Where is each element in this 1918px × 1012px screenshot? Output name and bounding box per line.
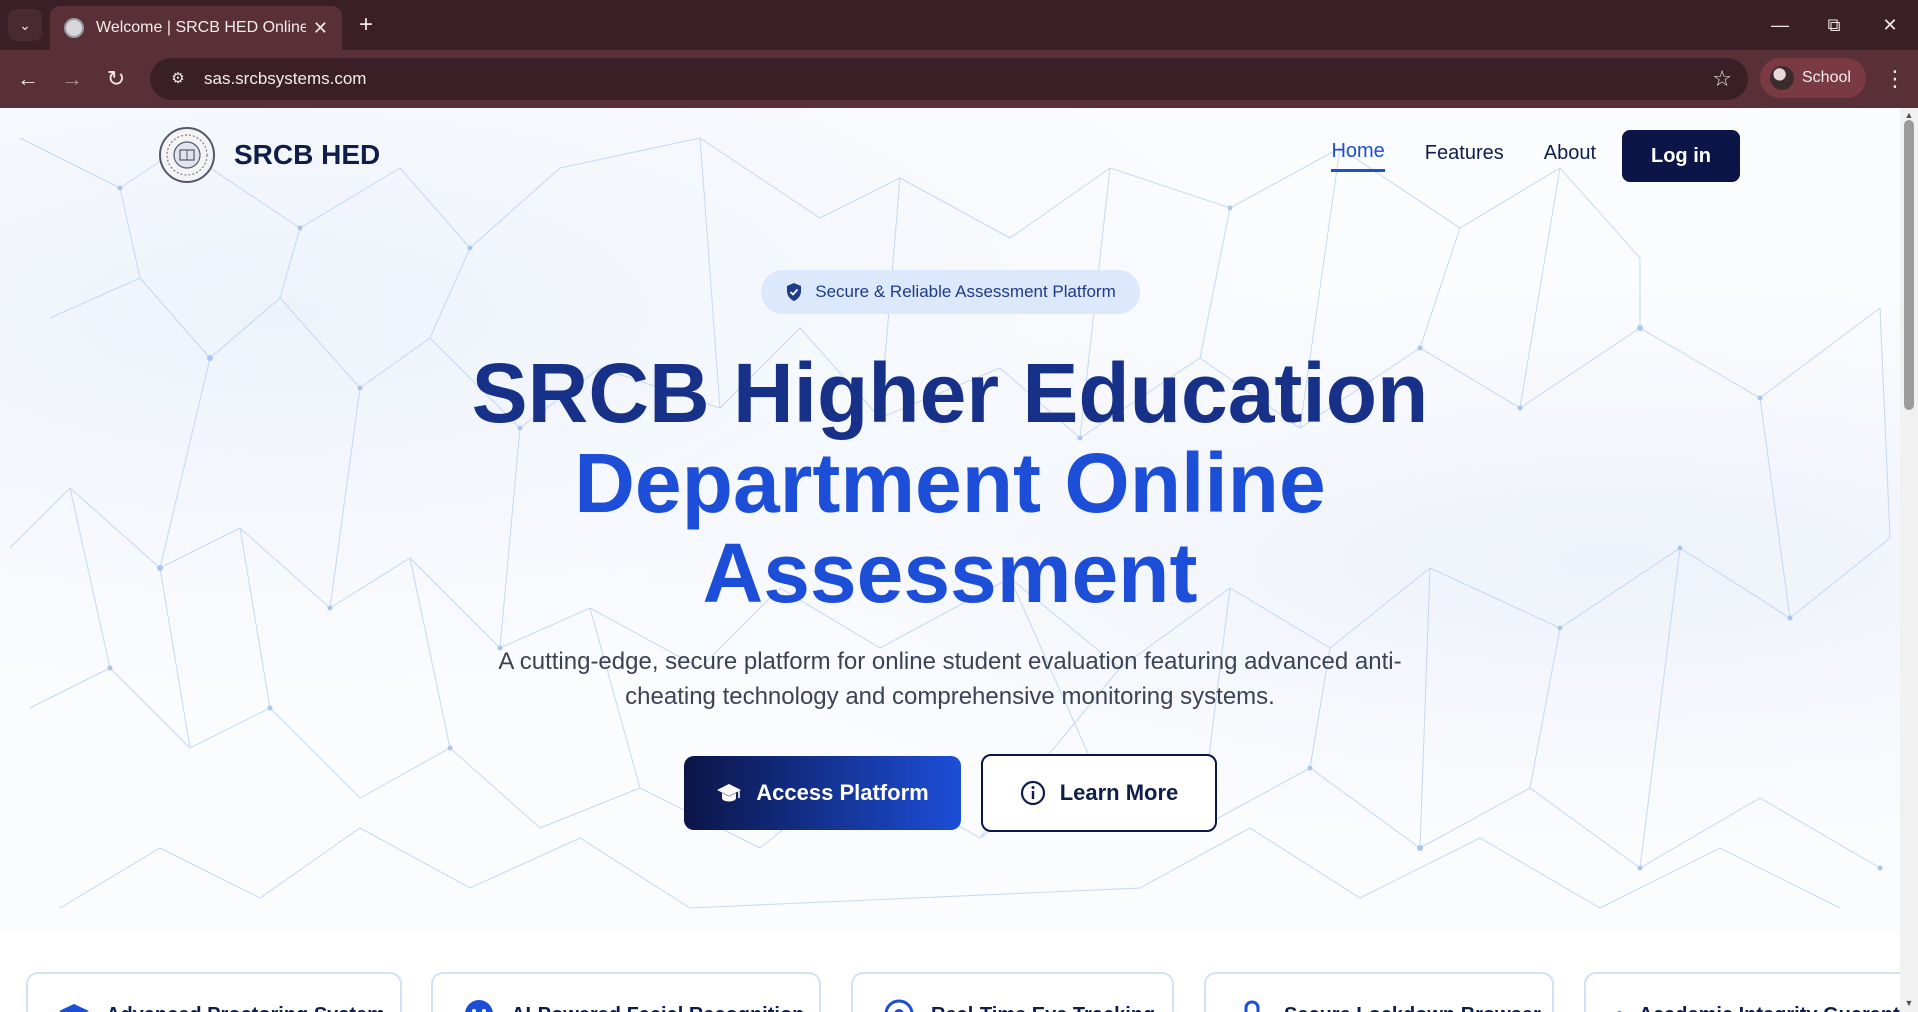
feature-title: AI-Powered Facial Recognition: [511, 1004, 804, 1012]
avatar: [1770, 66, 1794, 90]
headline-line-3: Assessment: [702, 526, 1198, 620]
hero-description-line-1: A cutting-edge, secure platform for onli…: [498, 648, 1402, 675]
login-button[interactable]: Log in: [1622, 130, 1740, 182]
hero-description-line-2: cheating technology and comprehensive mo…: [625, 683, 1275, 710]
hero-section: SRCB HED Home Features About Log in Secu…: [0, 108, 1900, 933]
browser-tab-active[interactable]: Welcome | SRCB HED Online Assessment ✕: [50, 6, 342, 50]
main-nav: Home Features About Log in: [1291, 130, 1740, 182]
site-brand[interactable]: SRCB HED: [158, 126, 380, 184]
page-viewport: SRCB HED Home Features About Log in Secu…: [0, 108, 1918, 1012]
page-title: SRCB Higher Education Department Online …: [350, 348, 1550, 618]
brand-name: SRCB HED: [234, 139, 381, 170]
browser-toolbar: ← → ↻ ⚙ sas.srcbsystems.com ☆ School ⋮: [0, 50, 1918, 108]
new-tab-button[interactable]: +: [352, 12, 380, 40]
feature-card[interactable]: Advanced Proctoring System: [26, 972, 402, 1012]
nav-link-features[interactable]: Features: [1425, 142, 1504, 171]
access-platform-button[interactable]: Access Platform: [684, 756, 961, 830]
site-settings-icon[interactable]: ⚙: [166, 67, 190, 91]
scrollbar-thumb[interactable]: [1904, 120, 1914, 410]
scroll-down-arrow-icon[interactable]: ▼: [1904, 998, 1914, 1008]
eye-icon: [884, 999, 914, 1012]
reload-button[interactable]: ↻: [100, 63, 132, 95]
feature-title: Secure Lockdown Browser: [1284, 1004, 1541, 1012]
platform-badge: Secure & Reliable Assessment Platform: [761, 270, 1140, 314]
scroll-up-arrow-icon[interactable]: ▲: [1904, 110, 1914, 120]
graduation-cap-icon: [59, 1004, 89, 1012]
headline-line-2: Department Online: [574, 436, 1326, 530]
feature-card[interactable]: Academic Integrity Guarantee: [1584, 972, 1918, 1012]
nav-link-home[interactable]: Home: [1331, 140, 1385, 172]
badge-text: Secure & Reliable Assessment Platform: [815, 282, 1116, 301]
learn-more-label: Learn More: [1059, 780, 1179, 805]
profile-button[interactable]: School: [1760, 58, 1866, 98]
department-seal-logo: [159, 127, 215, 183]
hero-description: A cutting-edge, secure platform for onli…: [450, 644, 1450, 714]
nav-link-about[interactable]: About: [1544, 142, 1596, 171]
tab-search-button[interactable]: ⌄: [8, 9, 42, 41]
feature-card[interactable]: Real-Time Eye Tracking: [851, 972, 1174, 1012]
face-scan-icon: [465, 1000, 493, 1012]
chevron-down-icon: ⌄: [19, 16, 31, 33]
lock-icon: [1244, 1000, 1260, 1012]
forward-button[interactable]: →: [56, 63, 88, 95]
close-tab-icon[interactable]: ✕: [313, 18, 328, 39]
access-platform-label: Access Platform: [756, 780, 929, 805]
info-circle-icon: [1020, 780, 1045, 806]
feature-card[interactable]: AI-Powered Facial Recognition: [431, 972, 821, 1012]
profile-name: School: [1802, 69, 1851, 86]
url-text: sas.srcbsystems.com: [204, 69, 367, 88]
shield-check-icon: [787, 283, 802, 301]
feature-title: Academic Integrity Guarantee: [1639, 1004, 1918, 1012]
restore-window-button[interactable]: ⧉: [1814, 10, 1854, 40]
headline-line-1: SRCB Higher Education: [471, 346, 1429, 440]
page-scrollbar[interactable]: ▲ ▼: [1900, 108, 1918, 1012]
browser-menu-icon[interactable]: ⋮: [1880, 63, 1910, 95]
learn-more-button[interactable]: Learn More: [981, 754, 1217, 832]
feature-title: Real-Time Eye Tracking: [931, 1004, 1155, 1012]
feature-title: Advanced Proctoring System: [106, 1004, 385, 1012]
minimize-window-button[interactable]: —: [1760, 10, 1800, 40]
tab-title: Welcome | SRCB HED Online Assessment: [96, 19, 306, 36]
graduation-cap-icon: [717, 784, 742, 802]
back-button[interactable]: ←: [12, 63, 44, 95]
address-bar[interactable]: ⚙ sas.srcbsystems.com ☆: [150, 58, 1748, 100]
check-shield-icon: [1617, 1011, 1622, 1012]
browser-tab-bar: ⌄ Welcome | SRCB HED Online Assessment ✕…: [0, 0, 1918, 50]
close-window-button[interactable]: ✕: [1870, 10, 1910, 40]
bookmark-star-icon[interactable]: ☆: [1712, 66, 1732, 92]
features-row: Advanced Proctoring System AI-Powered Fa…: [0, 972, 1918, 1012]
feature-card[interactable]: Secure Lockdown Browser: [1204, 972, 1554, 1012]
site-favicon-icon: [64, 18, 84, 38]
